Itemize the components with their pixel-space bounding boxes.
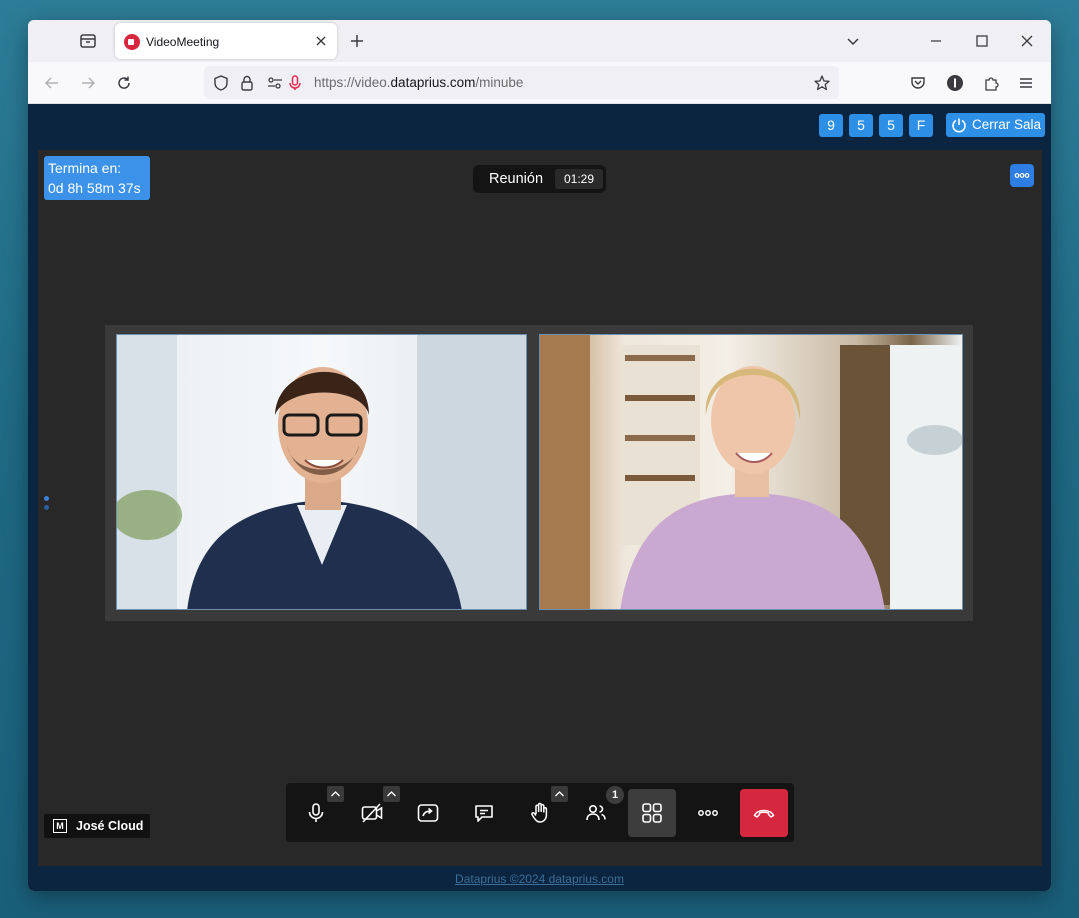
app-header: 9 5 5 F Cerrar Sala: [28, 104, 1051, 147]
videomeeting-favicon: [124, 34, 140, 50]
close-icon[interactable]: [1018, 32, 1036, 50]
browser-window: VideoMeeting https://video.dataprius.com…: [28, 20, 1051, 891]
time-remaining: Termina en: 0d 8h 58m 37s: [44, 156, 150, 200]
star-icon[interactable]: [813, 74, 831, 92]
participant-video: [540, 335, 962, 609]
count-badge[interactable]: F: [909, 114, 933, 137]
extension-icon[interactable]: [946, 74, 964, 92]
participant-count-badge: 1: [606, 786, 624, 804]
menu-icon[interactable]: [1017, 74, 1035, 92]
moderator-icon: M: [53, 819, 67, 833]
forward-icon[interactable]: [79, 74, 97, 92]
camera-options-button[interactable]: [383, 786, 400, 802]
filmstrip-toggle[interactable]: [44, 505, 49, 510]
permissions-icon[interactable]: [266, 74, 284, 92]
share-screen-icon: [417, 804, 439, 822]
meeting-info: Reunión 01:29: [473, 165, 606, 193]
tab-videomeeting[interactable]: VideoMeeting: [115, 23, 337, 59]
options-button[interactable]: [1010, 164, 1034, 187]
power-icon: [952, 118, 966, 133]
navigation-bar: https://video.dataprius.com/minube: [28, 62, 1051, 104]
page-footer: Dataprius ©2024 dataprius.com: [28, 868, 1051, 891]
extensions-icon[interactable]: [982, 74, 1000, 92]
lock-icon[interactable]: [238, 74, 256, 92]
close-room-label: Cerrar Sala: [972, 117, 1042, 132]
tab-strip: VideoMeeting: [28, 20, 1051, 62]
chevron-up-icon: [331, 791, 340, 797]
close-icon[interactable]: [313, 33, 329, 49]
microphone-icon: [308, 803, 324, 822]
hangup-button[interactable]: [740, 789, 788, 837]
share-screen-button[interactable]: [404, 789, 452, 837]
more-icon: [1014, 173, 1030, 178]
raise-hand-icon: [531, 802, 548, 823]
count-badge[interactable]: 5: [879, 114, 903, 137]
meeting-name: Reunión: [489, 171, 544, 187]
filmstrip-toggle[interactable]: [44, 496, 49, 501]
count-badge[interactable]: 9: [819, 114, 843, 137]
camera-off-icon: [361, 803, 383, 823]
meeting-toolbar: 1: [286, 783, 794, 842]
tile-view-button[interactable]: [628, 789, 676, 837]
local-user-tag: M José Cloud: [44, 814, 150, 838]
address-bar[interactable]: https://video.dataprius.com/minube: [204, 66, 839, 99]
participant-video-tile[interactable]: [539, 334, 963, 610]
minimize-icon[interactable]: [927, 32, 945, 50]
chevron-up-icon: [387, 791, 396, 797]
maximize-icon[interactable]: [973, 32, 991, 50]
microphone-icon[interactable]: [287, 74, 303, 92]
reactions-options-button[interactable]: [551, 786, 568, 802]
time-remaining-value: 0d 8h 58m 37s: [48, 180, 141, 196]
chevron-up-icon: [555, 791, 564, 797]
url-text: https://video.dataprius.com/minube: [314, 75, 524, 90]
participants-icon: [586, 805, 606, 821]
more-icon: [698, 810, 718, 816]
time-remaining-label: Termina en:: [48, 160, 122, 176]
more-actions-button[interactable]: [684, 789, 732, 837]
video-grid: [105, 325, 973, 621]
reload-icon[interactable]: [115, 74, 133, 92]
count-badge[interactable]: 5: [849, 114, 873, 137]
chat-icon: [475, 805, 493, 822]
page-content: 9 5 5 F Cerrar Sala Termina en: 0d 8h 58…: [28, 104, 1051, 891]
local-user-name: José Cloud: [76, 819, 144, 833]
footer-link[interactable]: Dataprius ©2024 dataprius.com: [455, 872, 624, 886]
tab-title: VideoMeeting: [146, 35, 220, 49]
microphone-options-button[interactable]: [327, 786, 344, 802]
chevron-down-icon[interactable]: [844, 32, 862, 50]
hangup-icon: [753, 809, 775, 818]
pocket-icon[interactable]: [909, 74, 927, 92]
participant-video: [117, 335, 526, 609]
plus-icon[interactable]: [348, 32, 366, 50]
chat-button[interactable]: [460, 789, 508, 837]
back-icon[interactable]: [43, 74, 61, 92]
shield-icon[interactable]: [212, 74, 230, 92]
meeting-timer: 01:29: [555, 169, 603, 189]
close-room-button[interactable]: Cerrar Sala: [946, 113, 1045, 137]
tile-view-icon: [642, 803, 662, 823]
meeting-stage: Termina en: 0d 8h 58m 37s Reunión 01:29: [38, 150, 1042, 866]
participant-video-tile[interactable]: [116, 334, 527, 610]
tab-list-icon[interactable]: [78, 31, 98, 51]
